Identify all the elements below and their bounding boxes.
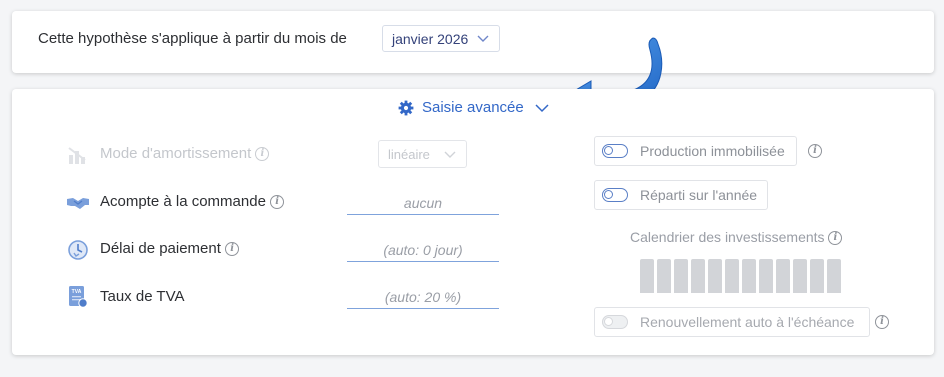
production-immobilisee-toggle[interactable]: Production immobilisée bbox=[594, 136, 797, 166]
gear-icon bbox=[398, 100, 414, 115]
amortization-icon bbox=[68, 147, 86, 164]
hypothesis-text: Cette hypothèse s'applique à partir du m… bbox=[38, 30, 347, 47]
hypothesis-card: Cette hypothèse s'applique à partir du m… bbox=[12, 11, 934, 73]
advanced-settings-card: Saisie avancée Mode d'amortissement i li… bbox=[12, 89, 934, 355]
calendar-month-bar[interactable] bbox=[759, 259, 773, 293]
info-icon[interactable]: i bbox=[255, 147, 270, 162]
payment-delay-icon bbox=[68, 240, 88, 260]
info-icon[interactable]: i bbox=[270, 195, 285, 210]
calendar-month-bar[interactable] bbox=[640, 259, 654, 293]
amortization-mode-label: Mode d'amortissement i bbox=[100, 145, 270, 162]
advanced-label: Saisie avancée bbox=[422, 99, 524, 116]
calendar-month-bar[interactable] bbox=[708, 259, 722, 293]
chevron-down-icon bbox=[444, 151, 456, 158]
month-select-value: janvier 2026 bbox=[392, 30, 469, 47]
chevron-down-icon bbox=[477, 35, 489, 42]
deposit-label: Acompte à la commande i bbox=[100, 193, 285, 210]
calendar-title: Calendrier des investissements i bbox=[630, 229, 843, 246]
info-icon[interactable]: i bbox=[808, 144, 822, 158]
vat-rate-input[interactable]: (auto: 20 %) bbox=[347, 286, 499, 309]
vat-icon-text: TVA bbox=[72, 289, 82, 295]
renouvellement-auto-toggle[interactable]: Renouvellement auto à l'échéance bbox=[594, 307, 870, 337]
calendar-month-bar[interactable] bbox=[742, 259, 756, 293]
calendar-month-bar[interactable] bbox=[793, 259, 807, 293]
reparti-annee-toggle[interactable]: Réparti sur l'année bbox=[594, 180, 768, 210]
calendar-month-bar[interactable] bbox=[657, 259, 671, 293]
info-icon[interactable]: i bbox=[875, 315, 889, 329]
calendar-month-bar[interactable] bbox=[827, 259, 841, 293]
handshake-icon bbox=[67, 198, 89, 209]
toggle-switch[interactable] bbox=[602, 315, 628, 329]
advanced-toggle[interactable]: Saisie avancée bbox=[398, 99, 550, 116]
amortization-mode-value: linéaire bbox=[388, 146, 430, 162]
calendar-month-bar[interactable] bbox=[674, 259, 688, 293]
production-immobilisee-label: Production immobilisée bbox=[640, 143, 785, 159]
payment-delay-input[interactable]: (auto: 0 jour) bbox=[347, 239, 499, 262]
toggle-switch[interactable] bbox=[602, 188, 628, 202]
vat-rate-label: Taux de TVA bbox=[100, 288, 185, 305]
calendar-month-bar[interactable] bbox=[725, 259, 739, 293]
reparti-annee-label: Réparti sur l'année bbox=[640, 187, 758, 203]
amortization-mode-select[interactable]: linéaire bbox=[378, 140, 467, 168]
vat-document-icon: TVA bbox=[69, 286, 88, 308]
renouvellement-auto-label: Renouvellement auto à l'échéance bbox=[640, 314, 855, 330]
calendar-month-bar[interactable] bbox=[810, 259, 824, 293]
chevron-down-icon bbox=[535, 103, 549, 112]
payment-delay-label: Délai de paiement i bbox=[100, 240, 240, 257]
calendar-month-bar[interactable] bbox=[776, 259, 790, 293]
deposit-input[interactable]: aucun bbox=[347, 192, 499, 215]
month-select[interactable]: janvier 2026 bbox=[382, 25, 500, 52]
info-icon[interactable]: i bbox=[225, 242, 240, 257]
info-icon[interactable]: i bbox=[828, 231, 843, 246]
calendar-month-bar[interactable] bbox=[691, 259, 705, 293]
calendar-bars bbox=[640, 259, 841, 293]
toggle-switch[interactable] bbox=[602, 144, 628, 158]
